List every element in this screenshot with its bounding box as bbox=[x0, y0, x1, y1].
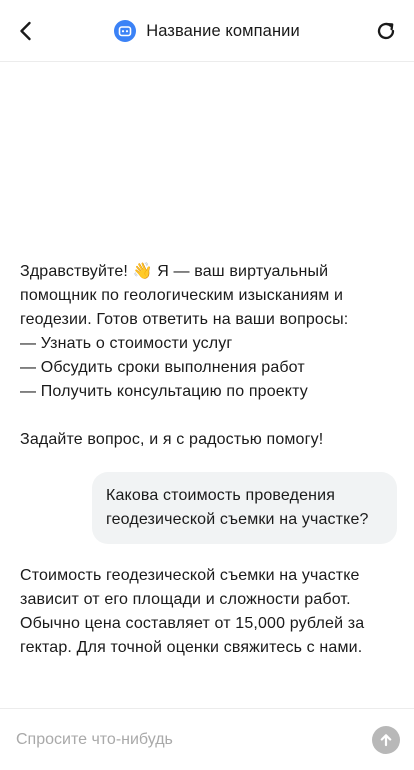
bot-icon bbox=[118, 26, 132, 37]
user-message-bubble: Какова стоимость проведения геодезическо… bbox=[92, 472, 397, 544]
bot-avatar bbox=[114, 20, 137, 42]
refresh-button[interactable] bbox=[368, 13, 404, 49]
bot-message: Здравствуйте! 👋 Я — ваш виртуальный помо… bbox=[20, 263, 349, 448]
message-composer bbox=[0, 708, 414, 770]
bot-message: Стоимость геодезической съемки на участк… bbox=[20, 567, 365, 656]
refresh-icon bbox=[377, 22, 395, 40]
chat-header: Название компании bbox=[0, 0, 414, 62]
company-title: Название компании bbox=[146, 21, 300, 40]
chat-app: Название компании Здравствуйте! 👋 Я — ва… bbox=[0, 0, 414, 770]
message-list[interactable]: Здравствуйте! 👋 Я — ваш виртуальный помо… bbox=[0, 62, 414, 708]
message-input[interactable] bbox=[16, 727, 356, 753]
send-button[interactable] bbox=[372, 726, 400, 754]
chat-title-group: Название компании bbox=[0, 19, 414, 43]
arrow-up-icon bbox=[380, 734, 392, 747]
